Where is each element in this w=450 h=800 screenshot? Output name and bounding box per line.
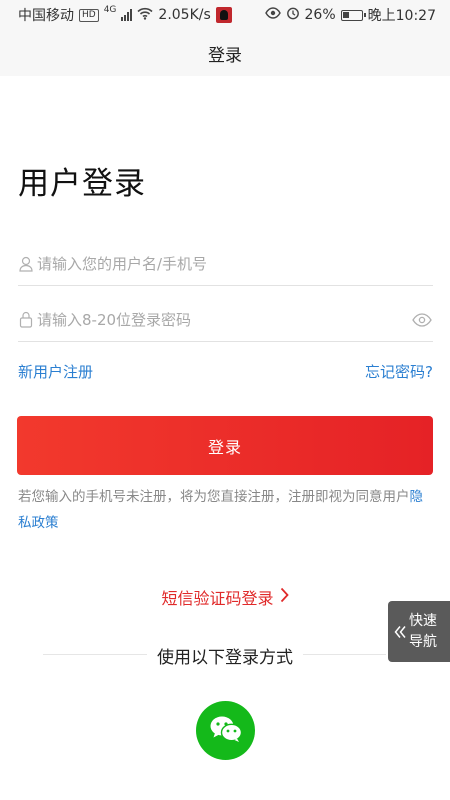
sms-login-link[interactable]: 短信验证码登录 [0,585,450,609]
forgot-password-link[interactable]: 忘记密码? [365,361,433,382]
user-icon [18,255,34,273]
page-title: 登录 [208,45,242,66]
title-bar: 登录 [0,30,450,76]
network-speed: 2.05K/s [158,7,211,23]
app-notification-icon [215,7,232,23]
lock-icon [18,311,34,329]
quick-nav-line1: 快速 [409,612,437,629]
username-input[interactable] [37,254,433,273]
alarm-icon [286,6,300,24]
signal-icon [121,9,133,21]
login-heading: 用户登录 [18,166,146,202]
quick-nav-line2: 导航 [409,633,437,650]
other-login-label: 使用以下登录方式 [147,648,303,668]
status-bar-right: 26% 晚上10:27 [264,5,436,25]
registration-notice: 若您输入的手机号未注册，将为您直接注册，注册即视为同意用户隐私政策 [18,484,436,536]
username-field[interactable] [18,242,433,286]
register-link[interactable]: 新用户注册 [18,361,93,382]
password-input[interactable] [37,310,411,329]
quick-nav-button[interactable]: 快速 导航 [388,601,450,662]
carrier-label: 中国移动 [18,8,74,24]
sms-login-label: 短信验证码登录 [161,589,274,608]
notice-text: 若您输入的手机号未注册，将为您直接注册，注册即视为同意用户 [18,489,410,505]
status-bar-left: 中国移动 HD 4G 2.05K/s [18,5,232,25]
other-login-title: 使用以下登录方式 [0,643,450,668]
wechat-login-button[interactable] [196,701,255,760]
clock: 晚上10:27 [367,8,436,24]
hd-badge: HD [79,8,99,22]
chevron-right-icon [280,587,289,607]
show-password-icon[interactable] [411,311,433,329]
password-field[interactable] [18,298,433,342]
wechat-icon [209,715,243,747]
quick-nav-label: 快速 导航 [409,611,437,653]
eye-icon [264,7,281,23]
battery-icon [340,9,366,21]
status-bar: 中国移动 HD 4G 2.05K/s 26% 晚上10:27 [0,0,450,30]
wifi-icon [137,7,153,24]
network-type: 4G [103,5,117,15]
battery-percent: 26% [304,7,336,23]
login-button[interactable]: 登录 [17,416,433,475]
double-chevron-left-icon [391,625,409,639]
